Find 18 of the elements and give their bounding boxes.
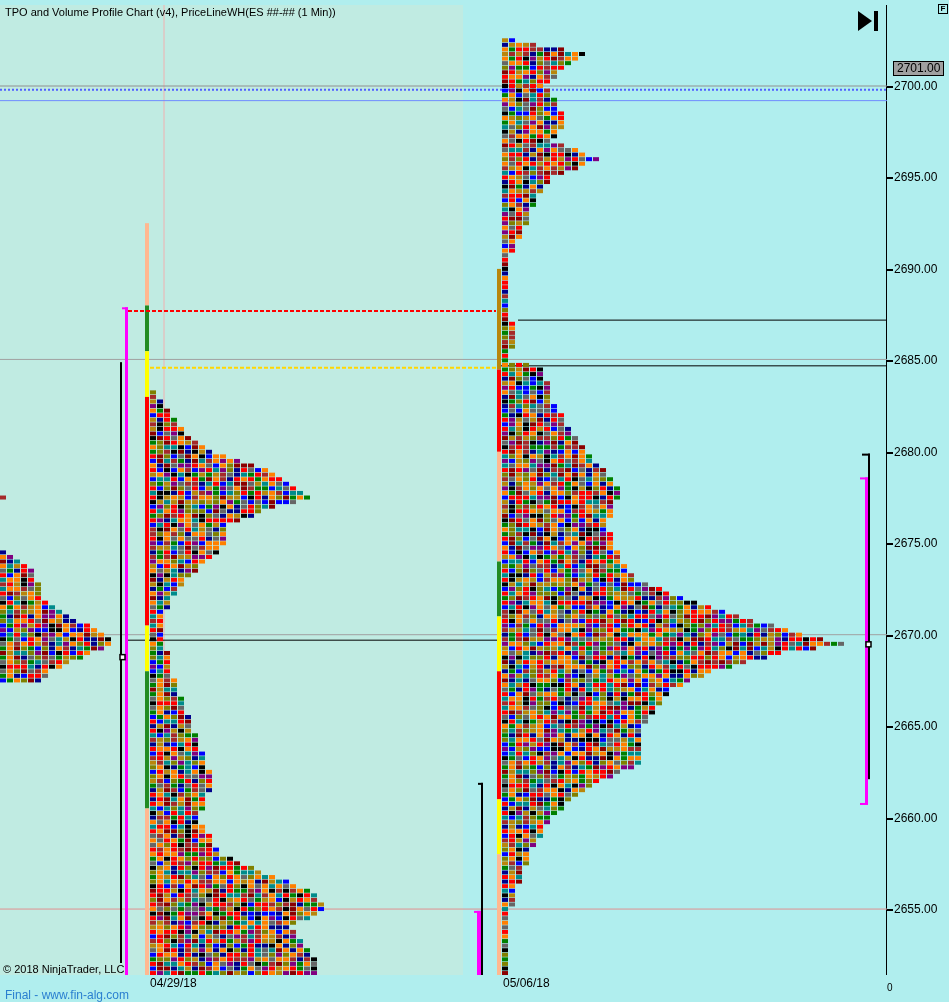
skip-to-end-icon[interactable] <box>858 11 879 31</box>
chart-title: TPO and Volume Profile Chart (v4), PriceLineWH(ES ##-## (1 Min)) <box>5 6 336 19</box>
date-label: 04/29/18 <box>150 976 197 990</box>
price-label: 2695.00 <box>894 170 938 184</box>
date-label: 05/06/18 <box>503 976 550 990</box>
copyright-text: © 2018 NinjaTrader, LLC <box>3 963 126 975</box>
price-label: 2660.00 <box>894 811 938 825</box>
price-label: 2685.00 <box>894 353 938 367</box>
f-button[interactable]: F <box>938 4 948 14</box>
current-price-tag: 2701.00 <box>893 61 945 76</box>
axis-corner-label: 0 <box>887 982 893 994</box>
price-label: 2665.00 <box>894 719 938 733</box>
price-label: 2675.00 <box>894 536 938 550</box>
price-label: 2700.00 <box>894 79 938 93</box>
price-label: 2655.00 <box>894 902 938 916</box>
price-label: 2690.00 <box>894 262 938 276</box>
price-label: 2670.00 <box>894 628 938 642</box>
price-label: 2680.00 <box>894 445 938 459</box>
